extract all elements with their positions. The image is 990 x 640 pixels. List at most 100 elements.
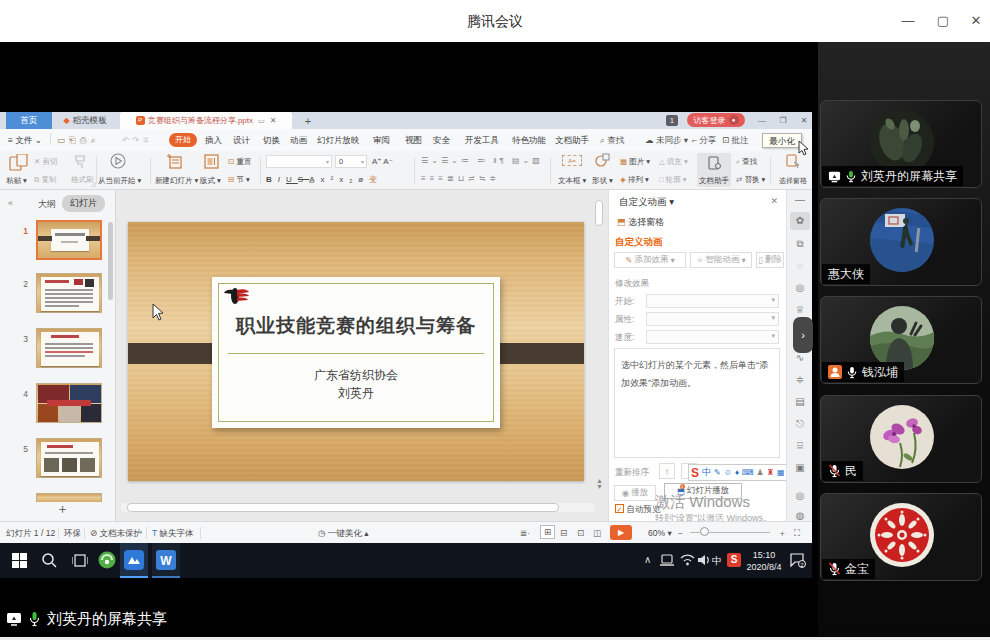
layout-button[interactable]: 版式 ▾ [200, 176, 221, 186]
participant-tile[interactable]: 金宝 [820, 493, 982, 581]
zoom-out-button[interactable]: − [678, 528, 683, 538]
font-size-combo[interactable]: 0▾ [335, 155, 367, 168]
slideshow-button[interactable]: ▶ [610, 525, 632, 540]
zoom-level[interactable]: 60% ▾ [648, 528, 672, 538]
current-slide[interactable]: 职业技能竞赛的组织与筹备 广东省纺织协会 刘英丹 [128, 222, 584, 481]
arrange-button[interactable]: ◈ 排列 ▾ [620, 175, 649, 185]
tray-wifi-icon[interactable] [680, 554, 695, 566]
menu-comment[interactable]: ⊡ 批注 [722, 135, 748, 147]
maximize-button[interactable]: ▢ [933, 13, 953, 28]
add-effect-button[interactable]: ✎ 添加效果 ▾ [614, 252, 686, 268]
strip-icon-8[interactable]: ▤ [787, 396, 813, 407]
strip-icon-10[interactable]: ⌸ [787, 440, 813, 452]
tray-volume-icon[interactable] [698, 554, 712, 566]
clipboard-group-expand[interactable]: ◿ [91, 180, 96, 187]
wps-home-tab[interactable]: 首页 [6, 112, 52, 129]
canvas-page-arrows[interactable]: ▲▼ [596, 478, 603, 490]
strip-icon-11[interactable]: ▣ [787, 462, 813, 473]
slide-thumbnail-4[interactable] [36, 383, 102, 423]
canvas-vscrollbar[interactable] [595, 200, 603, 226]
menu-design[interactable]: 设计 [233, 135, 250, 147]
textbox-icon[interactable]: A= [562, 155, 582, 166]
slide-thumbnail-3[interactable] [36, 328, 102, 368]
play-button[interactable]: ◉ 播放 [614, 485, 656, 501]
view-normal-icon[interactable]: ⊞ [540, 525, 555, 539]
view-grid-icon[interactable]: ⊟ [560, 528, 567, 538]
view-column-icon[interactable]: ⊡ [577, 528, 584, 538]
menu-share[interactable]: ⌐ 分享 [692, 135, 716, 147]
paste-icon[interactable] [9, 154, 28, 171]
start-button[interactable] [12, 553, 27, 568]
menu-start[interactable]: 开始 [169, 133, 197, 147]
view-notes-icon[interactable]: ◫ [593, 528, 601, 538]
shape-icon[interactable] [595, 153, 610, 168]
meeting-taskbar-button[interactable] [120, 543, 148, 578]
close-tab-icon[interactable]: ✕ [270, 116, 277, 125]
cut-button[interactable]: ✕ 剪切 [34, 157, 57, 167]
speed-combo[interactable] [646, 330, 779, 344]
pin-tab-icon[interactable]: ▭ [258, 117, 265, 125]
delete-effect-button[interactable]: ▯ 删除 [756, 252, 784, 268]
slide-thumbnail-2[interactable] [36, 273, 102, 313]
menu-review[interactable]: 审阅 [373, 135, 390, 147]
strip-icon-3[interactable]: ◎ [787, 282, 813, 293]
shape-button[interactable]: 形状 ▾ [592, 176, 613, 186]
zoom-slider-knob[interactable] [700, 527, 709, 536]
layout-icon[interactable] [204, 154, 219, 169]
canvas-hscroll-track[interactable] [121, 503, 595, 512]
menu-features[interactable]: 特色功能 [512, 135, 546, 147]
section-button[interactable]: ⊟ 节 ▾ [228, 175, 250, 185]
strip-collapse-icon[interactable]: — [787, 194, 813, 205]
copy-button[interactable]: ⧉ 复制 [34, 175, 56, 185]
slide-thumbnail-5[interactable] [36, 438, 102, 478]
guest-login-button[interactable]: 访客登录● [687, 113, 745, 127]
format-painter-icon[interactable] [74, 155, 86, 169]
menu-insert[interactable]: 插入 [205, 135, 222, 147]
strip-icon-7[interactable]: ≑ [787, 374, 813, 385]
slide-thumbnail-6[interactable] [36, 493, 102, 502]
close-button[interactable]: ✕ [966, 13, 986, 28]
participant-tile[interactable]: 民 [820, 395, 982, 483]
select-pane-button[interactable]: 选择窗格 [779, 176, 807, 186]
auto-preview-checkbox[interactable]: ✓ 自动预览 [615, 504, 660, 516]
task-view-icon[interactable] [72, 553, 88, 568]
status-eco[interactable]: 环保 [64, 528, 81, 540]
reset-button[interactable]: ⊡ 重置 [228, 157, 251, 167]
menu-transition[interactable]: 切换 [263, 135, 280, 147]
status-beautify[interactable]: ◷ 一键美化 ▴ [318, 528, 368, 540]
menu-assistant[interactable]: 文档助手 [555, 135, 589, 147]
strip-anim-icon[interactable]: ✿ [790, 212, 810, 230]
paste-button[interactable]: 粘贴 ▾ [6, 176, 27, 186]
strip-icon-1[interactable]: ⧉ [787, 238, 813, 250]
strip-icon-4[interactable]: ♕ [787, 304, 813, 315]
wps-restore-button[interactable]: ❐ [776, 112, 790, 129]
slide-thumbnail-1[interactable] [36, 220, 102, 260]
tray-expand-icon[interactable]: ∧ [644, 554, 651, 565]
status-notes-icon[interactable]: ≣· [520, 528, 530, 538]
doc-assistant-button[interactable]: 文档助手 [699, 176, 729, 186]
new-slide-icon[interactable] [167, 154, 182, 169]
select-pane-icon[interactable] [786, 154, 800, 168]
outline-button[interactable]: □ 轮廓 ▾ [659, 175, 686, 185]
align-buttons[interactable]: ≡≡≡≣⊔≓≒≑ [421, 174, 500, 183]
action-center-icon[interactable]: 2 [790, 553, 806, 568]
smart-anim-button[interactable]: ✧ 智能动画 ▾ [690, 252, 752, 268]
new-tab-button[interactable]: + [300, 112, 316, 129]
new-slide-button[interactable]: 新建幻灯片 ▾ [155, 176, 198, 186]
outline-tab[interactable]: 大纲 [38, 198, 56, 211]
start-combo[interactable] [646, 294, 779, 308]
taskbar-clock[interactable]: 15:102020/8/4 [744, 549, 784, 573]
strip-icon-9[interactable]: ⎋ [787, 418, 813, 430]
wps-docer-tab[interactable]: ◆稻壳模板 [52, 112, 118, 129]
textbox-button[interactable]: 文本框 ▾ [558, 176, 586, 186]
menu-find[interactable]: ⌕ 查找 [600, 135, 624, 147]
participant-tile[interactable]: 刘英丹的屏幕共享 [820, 100, 982, 188]
play-from-current-button[interactable]: 从当前开始 ▾ [98, 176, 141, 186]
menu-animation[interactable]: 动画 [290, 135, 307, 147]
font-style-buttons[interactable]: BIUSA̲x²x₂⌀变 [266, 174, 383, 185]
font-name-combo[interactable]: ▾ [266, 155, 332, 168]
wps-close-button[interactable]: ✕ [797, 112, 811, 129]
taskbar-search-icon[interactable] [42, 553, 57, 568]
file-menu[interactable]: ≡ 文件 ⌄ [8, 135, 42, 147]
menu-security[interactable]: 安全 [433, 135, 450, 147]
